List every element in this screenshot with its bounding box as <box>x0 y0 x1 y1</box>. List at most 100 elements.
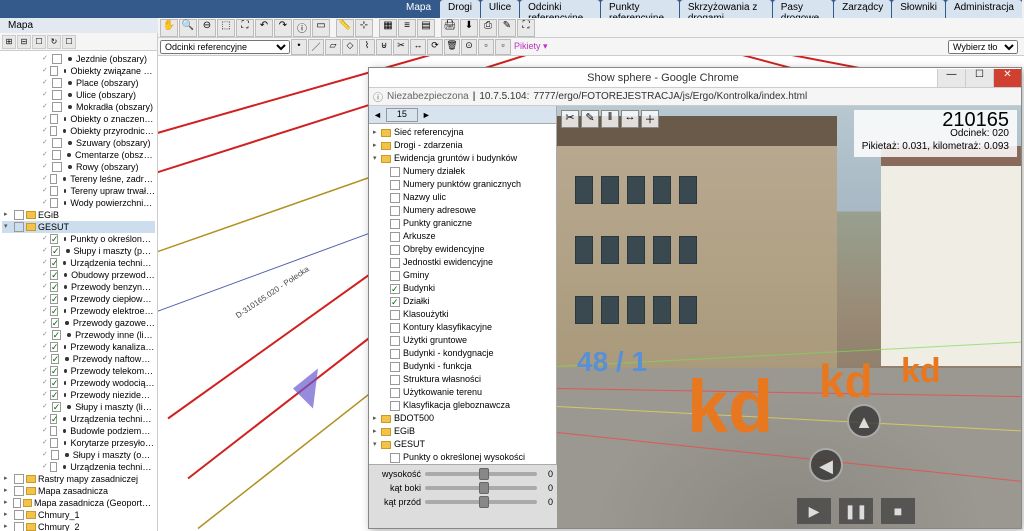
tree-folder[interactable]: ▸Rastry mapy zasadniczej <box>2 473 155 485</box>
tree-item[interactable]: ✓Urządzenia techniczne związa <box>2 461 155 473</box>
coords-button[interactable]: ⊹ <box>355 19 373 37</box>
tree-item[interactable]: ✓Przewody inne (linie) <box>2 329 155 341</box>
edit-point-button[interactable]: • <box>291 39 307 55</box>
play-button[interactable]: ▶ <box>797 498 831 524</box>
tree-item[interactable]: ✓Obiekty związane z komunika <box>2 65 155 77</box>
tab-pasy[interactable]: Pasy drogowe <box>773 0 833 18</box>
tab-odcinki[interactable]: Odcinki referencyjne <box>520 0 600 18</box>
tree-item[interactable]: ✓Rowy (obszary) <box>2 161 155 173</box>
ptree-folder[interactable]: ▸Sieć referencyjna <box>371 126 554 139</box>
tree-item[interactable]: ✓Słupy i maszty (linie) <box>2 401 155 413</box>
draw-tool-button[interactable]: ✎ <box>581 110 599 128</box>
zoom-in-button[interactable]: 🔍 <box>179 19 197 37</box>
ptree-item[interactable]: Arkusze <box>371 230 554 243</box>
tree-item[interactable]: ✓Obiekty przyrodnicze (obszary <box>2 125 155 137</box>
edit-node-button[interactable]: ◇ <box>342 39 358 55</box>
tree-folder[interactable]: ▸Chmury_2 <box>2 521 155 531</box>
tree-folder[interactable]: ▸Chmury_1 <box>2 509 155 521</box>
edit-move-button[interactable]: ↔ <box>410 39 426 55</box>
snapshot-button[interactable]: ⎙ <box>479 19 497 37</box>
ptree-item[interactable]: Budynki <box>371 282 554 295</box>
nav-left-button[interactable]: ◀ <box>809 448 843 482</box>
tree-folder[interactable]: ▸Mapa zasadnicza <box>2 485 155 497</box>
ptree-item[interactable]: Numery punktów granicznych <box>371 178 554 191</box>
slider-kąt przód[interactable]: kąt przód0 <box>373 495 553 509</box>
tree-item[interactable]: ✓Przewody gazowe (linie) <box>2 317 155 329</box>
expand-all-button[interactable]: ⊞ <box>2 35 16 49</box>
tab-ulice[interactable]: Ulice <box>481 0 519 18</box>
vertical-tool-button[interactable]: ‖ <box>601 110 619 128</box>
export-button[interactable]: ⬇ <box>460 19 478 37</box>
grid-button[interactable]: ▦ <box>379 19 397 37</box>
ptree-item[interactable]: Klasyfikacja gleboznawcza <box>371 399 554 412</box>
hand-tool-button[interactable]: ✋ <box>160 19 178 37</box>
layers-button[interactable]: ≡ <box>398 19 416 37</box>
edit-rotate-button[interactable]: ⟳ <box>427 39 443 55</box>
fullscreen-button[interactable]: ⛶ <box>517 19 535 37</box>
tree-item[interactable]: ✓Mokradła (obszary) <box>2 101 155 113</box>
tree-item[interactable]: ✓Tereny upraw trwałych i trawn <box>2 185 155 197</box>
refresh-button[interactable]: ↻ <box>47 35 61 49</box>
next-extent-button[interactable]: ↷ <box>274 19 292 37</box>
tree-folder[interactable]: ▸Mapa zasadnicza (Geoportal M. Wło <box>2 497 155 509</box>
tree-item[interactable]: ✓Przewody benzynowe (linie) <box>2 281 155 293</box>
select-button[interactable]: ▭ <box>312 19 330 37</box>
cut-tool-button[interactable]: ✂ <box>561 110 579 128</box>
edit-line-button[interactable]: ／ <box>308 39 324 55</box>
ptree-folder[interactable]: ▾Ewidencja gruntów i budynków <box>371 152 554 165</box>
tab-administracja[interactable]: Administracja <box>946 0 1022 18</box>
ptree-item[interactable]: Numery adresowe <box>371 204 554 217</box>
tree-item[interactable]: ✓Szuwary (obszary) <box>2 137 155 149</box>
ptree-item[interactable]: Użytkowanie terenu <box>371 386 554 399</box>
move-tool-button[interactable]: ↔ <box>621 110 639 128</box>
measure-button[interactable]: 📏 <box>336 19 354 37</box>
ptree-item[interactable]: Działki <box>371 295 554 308</box>
ptree-item[interactable]: Budynki - kondygnacje <box>371 347 554 360</box>
popup-back-button[interactable]: ◄ <box>373 110 382 120</box>
home-extent-button[interactable]: ⛶ <box>236 19 254 37</box>
add-tool-button[interactable]: ＋ <box>641 110 659 128</box>
print-button[interactable]: 🖨 <box>441 19 459 37</box>
tree-item[interactable]: ✓Place (obszary) <box>2 77 155 89</box>
edit-split-button[interactable]: ✂ <box>393 39 409 55</box>
layer-select[interactable]: Odcinki referencyjne <box>160 40 290 54</box>
ptree-item[interactable]: Jednostki ewidencyjne <box>371 256 554 269</box>
pause-button[interactable]: ❚❚ <box>839 498 873 524</box>
tree-item[interactable]: ✓Wody powierzchniowe (obsza <box>2 197 155 209</box>
tree-item[interactable]: ✓Przewody wodociągowe (linie <box>2 377 155 389</box>
tree-item[interactable]: ✓Słupy i maszty (punkty) <box>2 245 155 257</box>
zoom-out-button[interactable]: ⊖ <box>198 19 216 37</box>
tree-item[interactable]: ✓Ulice (obszary) <box>2 89 155 101</box>
stop-button[interactable]: ■ <box>881 498 915 524</box>
edit-break-button[interactable]: ⌇ <box>359 39 375 55</box>
zoom-window-button[interactable]: ⬚ <box>217 19 235 37</box>
ptree-folder[interactable]: ▸Drogi - zdarzenia <box>371 139 554 152</box>
edit-geom-button[interactable]: ✎ <box>498 19 516 37</box>
checkbox2-button[interactable]: ☐ <box>62 35 76 49</box>
ptree-folder[interactable]: ▾GESUT <box>371 438 554 451</box>
ptree-item[interactable]: Nazwy ulic <box>371 191 554 204</box>
tree-gesut[interactable]: ▾GESUT <box>2 221 155 233</box>
close-button[interactable]: ✕ <box>993 69 1021 87</box>
tree-item[interactable]: ✓Przewody ciepłownicze (linie) <box>2 293 155 305</box>
tab-skrzyzowania[interactable]: Skrzyżowania z drogami <box>680 0 772 18</box>
ptree-item[interactable]: Punkty o określonej wysokości <box>371 451 554 464</box>
ptree-item[interactable]: Punkty graniczne <box>371 217 554 230</box>
tab-drogi[interactable]: Drogi <box>440 0 480 18</box>
edit-more2-button[interactable]: ▫ <box>495 39 511 55</box>
tree-item[interactable]: ✓Przewody naftowe (linie) <box>2 353 155 365</box>
background-select[interactable]: Wybierz tło <box>948 40 1018 54</box>
ptree-item[interactable]: Numery działek <box>371 165 554 178</box>
tree-item[interactable]: ✓Urządzenia techniczne związa <box>2 413 155 425</box>
tab-punkty[interactable]: Punkty referencyjne <box>601 0 679 18</box>
tree-item[interactable]: ✓Budowle podziemne (obszary) <box>2 425 155 437</box>
popup-fwd-button[interactable]: ► <box>422 110 431 120</box>
ptree-item[interactable]: Kontury klasyfikacyjne <box>371 321 554 334</box>
minimize-button[interactable]: — <box>937 69 965 87</box>
tree-item[interactable]: ✓Przewody elektroenergetyczn <box>2 305 155 317</box>
tree-item[interactable]: ✓Urządzenia techniczne związa <box>2 257 155 269</box>
ptree-item[interactable]: Klasoużytki <box>371 308 554 321</box>
ptree-item[interactable]: Obręby ewidencyjne <box>371 243 554 256</box>
slider-wysokość[interactable]: wysokość0 <box>373 467 553 481</box>
tree-item[interactable]: ✓Przewody telekomunikacyjne <box>2 365 155 377</box>
